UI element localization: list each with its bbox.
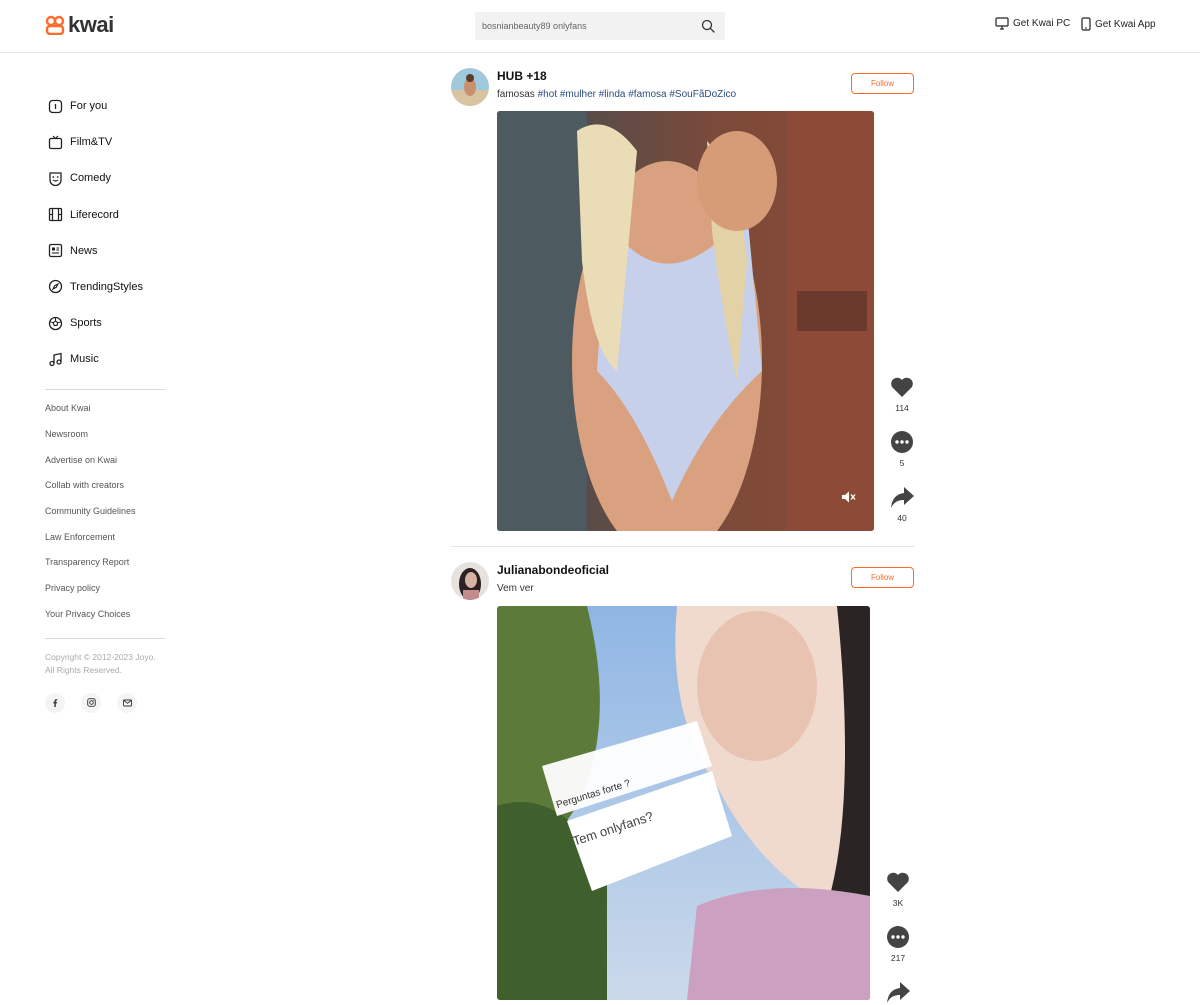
sidebar-divider: [45, 389, 165, 391]
get-kwai-app-link[interactable]: Get Kwai App: [1081, 17, 1156, 31]
sidebar: For you Film&TV Comedy Liferecord News T…: [45, 88, 170, 713]
sidebar-item-sports[interactable]: Sports: [45, 305, 170, 341]
search-bar: [475, 12, 725, 40]
top-header: kwai Get Kwai PC Get Kwai App: [0, 0, 1200, 53]
post-author[interactable]: HUB +18: [497, 69, 547, 83]
news-icon: [47, 243, 63, 259]
mail-icon[interactable]: [117, 692, 137, 713]
get-kwai-app-label: Get Kwai App: [1095, 18, 1156, 30]
instagram-icon[interactable]: [81, 692, 101, 713]
comment-icon: [887, 926, 909, 948]
footer-link-guidelines[interactable]: Community Guidelines: [45, 503, 170, 529]
sidebar-item-label: Music: [70, 353, 99, 366]
sidebar-item-label: Sports: [70, 317, 102, 330]
footer-link-privacy[interactable]: Privacy policy: [45, 580, 170, 606]
sidebar-item-liferecord[interactable]: Liferecord: [45, 197, 170, 233]
copyright: Copyright © 2012-2023 Joyo. All Rights R…: [45, 651, 170, 677]
video-player[interactable]: [497, 111, 874, 531]
sidebar-item-label: Film&TV: [70, 136, 113, 149]
sidebar-item-label: For you: [70, 100, 108, 112]
share-count: 40: [897, 513, 907, 523]
compass-icon: [47, 279, 63, 295]
kwai-logo[interactable]: kwai: [45, 14, 114, 36]
like-action[interactable]: 3K: [883, 869, 913, 908]
footer-link-transparency[interactable]: Transparency Report: [45, 554, 170, 580]
follow-button[interactable]: Follow: [851, 73, 914, 94]
comment-action[interactable]: 217: [883, 924, 913, 963]
mute-icon[interactable]: [840, 489, 856, 505]
sidebar-item-for-you[interactable]: For you: [45, 88, 170, 124]
sidebar-item-label: TrendingStyles: [70, 280, 143, 293]
copyright-line: Copyright © 2012-2023 Joyo.: [45, 651, 156, 662]
caption-text: Vem ver: [497, 583, 534, 594]
post-author[interactable]: Julianabondeoficial: [497, 563, 609, 577]
caption-text: famosas: [497, 89, 535, 100]
video-frame: [497, 111, 874, 531]
video-player[interactable]: Perguntas forte ? Tem onlyfans?: [497, 606, 870, 1000]
footer-link-law-enforcement[interactable]: Law Enforcement: [45, 529, 170, 555]
soccer-ball-icon: [47, 315, 63, 331]
feed-post: HUB +18 famosas #hot #mulher #linda #fam…: [451, 68, 914, 538]
share-action[interactable]: [883, 979, 913, 1005]
footer-link-newsroom[interactable]: Newsroom: [45, 426, 170, 452]
footer-link-collab[interactable]: Collab with creators: [45, 477, 170, 503]
logo-text: kwai: [68, 12, 114, 37]
monitor-icon: [995, 17, 1009, 30]
kwai-logo-icon: [45, 15, 65, 35]
music-note-icon: [47, 351, 63, 367]
heart-icon: [891, 377, 913, 397]
share-icon: [887, 982, 910, 1003]
hashtag-link[interactable]: #linda: [599, 89, 626, 100]
sidebar-item-comedy[interactable]: Comedy: [45, 160, 170, 196]
hashtag-link[interactable]: #mulher: [560, 89, 596, 100]
social-links: [45, 692, 170, 713]
search-icon[interactable]: [701, 19, 715, 33]
hashtag-link[interactable]: #SouFãDoZico: [669, 89, 736, 100]
hashtag-link[interactable]: #hot: [538, 89, 557, 100]
post-divider: [451, 546, 914, 547]
footer-link-privacy-choices[interactable]: Your Privacy Choices: [45, 606, 170, 632]
smile-icon: [47, 170, 63, 186]
sidebar-item-label: Liferecord: [70, 208, 119, 221]
facebook-icon[interactable]: [45, 692, 65, 713]
comment-icon: [891, 431, 913, 453]
sidebar-item-trendingstyles[interactable]: TrendingStyles: [45, 269, 170, 305]
comment-count: 217: [890, 953, 906, 963]
hashtag-link[interactable]: #famosa: [628, 89, 666, 100]
like-count: 3K: [892, 898, 904, 908]
get-kwai-pc-label: Get Kwai PC: [1013, 18, 1071, 29]
post-caption: Vem ver: [497, 583, 534, 594]
video-frame: [497, 606, 870, 1000]
feed-post: Julianabondeoficial Vem ver Follow Pergu…: [451, 562, 914, 1003]
share-action[interactable]: 40: [887, 484, 917, 523]
avatar[interactable]: [451, 562, 489, 600]
follow-button[interactable]: Follow: [851, 567, 914, 588]
sidebar-item-news[interactable]: News: [45, 233, 170, 269]
like-count: 114: [895, 403, 909, 413]
post-caption: famosas #hot #mulher #linda #famosa #Sou…: [497, 89, 736, 100]
like-action[interactable]: 114: [887, 374, 917, 413]
search-input[interactable]: [475, 12, 690, 40]
sidebar-item-music[interactable]: Music: [45, 341, 170, 377]
avatar[interactable]: [451, 68, 489, 106]
footer-link-about[interactable]: About Kwai: [45, 400, 170, 426]
film-icon: [47, 207, 63, 223]
comment-action[interactable]: 5: [887, 429, 917, 468]
sidebar-divider: [45, 637, 165, 639]
get-kwai-pc-link[interactable]: Get Kwai PC: [995, 17, 1070, 30]
share-icon: [891, 487, 914, 508]
sidebar-item-label: Comedy: [70, 172, 111, 185]
copyright-line: All Rights Reserved.: [45, 664, 123, 675]
sidebar-item-label: News: [70, 244, 98, 257]
phone-icon: [1081, 17, 1091, 31]
tv-icon: [47, 134, 63, 150]
heart-icon: [887, 872, 909, 892]
sidebar-item-film-tv[interactable]: Film&TV: [45, 124, 170, 160]
footer-link-advertise[interactable]: Advertise on Kwai: [45, 452, 170, 478]
info-circle-icon: [47, 98, 63, 114]
comment-count: 5: [899, 458, 905, 468]
